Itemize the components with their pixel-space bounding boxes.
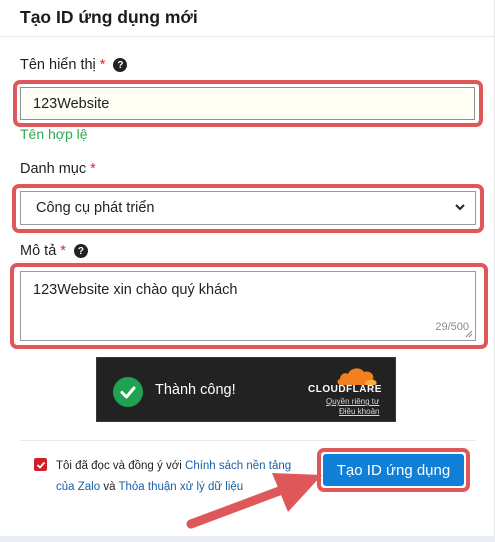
create-app-button[interactable]: Tạo ID ứng dụng: [323, 454, 464, 486]
help-icon[interactable]: ?: [113, 58, 128, 72]
validation-message: Tên hợp lệ: [20, 126, 88, 142]
success-check-icon: [113, 377, 143, 407]
terms-link[interactable]: Điều khoản: [339, 407, 379, 416]
description-textarea[interactable]: 123Website xin chào quý khách 29/500: [20, 271, 476, 341]
display-name-value: 123Website: [33, 95, 110, 112]
char-counter: 29/500: [435, 321, 469, 333]
resize-grip-icon[interactable]: [465, 330, 473, 338]
dialog-header: Tạo ID ứng dụng mới: [0, 0, 495, 37]
cloudflare-logo-text: CLOUDFLARE: [308, 384, 382, 395]
description-value: 123Website xin chào quý khách: [33, 282, 238, 298]
category-select[interactable]: Công cụ phát triển: [20, 191, 476, 225]
annotation-arrow-icon: [186, 473, 322, 529]
required-mark: *: [90, 161, 96, 177]
display-name-input[interactable]: 123Website: [20, 87, 475, 120]
required-mark: *: [99, 57, 106, 73]
help-icon[interactable]: ?: [73, 244, 88, 258]
agreement-text-middle: và: [103, 481, 116, 493]
category-selected-value: Công cụ phát triển: [36, 200, 155, 216]
category-label: Danh mục *: [20, 161, 96, 177]
create-app-dialog: Tạo ID ứng dụng mới Tên hiển thị * ? 123…: [0, 0, 495, 536]
chevron-down-icon: [455, 204, 465, 211]
category-label-text: Danh mục: [20, 161, 87, 177]
display-name-label-text: Tên hiển thị: [20, 57, 96, 73]
agree-checkbox[interactable]: [34, 458, 47, 471]
dialog-title: Tạo ID ứng dụng mới: [20, 7, 198, 27]
description-label-text: Mô tả: [20, 243, 57, 259]
cloudflare-captcha: Thành công! CLOUDFLARE Quyền riêng tư Đi…: [96, 357, 396, 422]
page-bottom-strip: [0, 536, 495, 542]
required-mark: *: [60, 243, 66, 259]
checkmark-icon: [36, 461, 45, 469]
display-name-label: Tên hiển thị * ?: [20, 57, 128, 73]
agreement-text-before: Tôi đã đọc và đồng ý với: [56, 460, 182, 472]
divider: [20, 440, 476, 441]
captcha-status: Thành công!: [155, 382, 236, 398]
description-label: Mô tả * ?: [20, 243, 88, 259]
privacy-link[interactable]: Quyền riêng tư: [326, 397, 379, 406]
